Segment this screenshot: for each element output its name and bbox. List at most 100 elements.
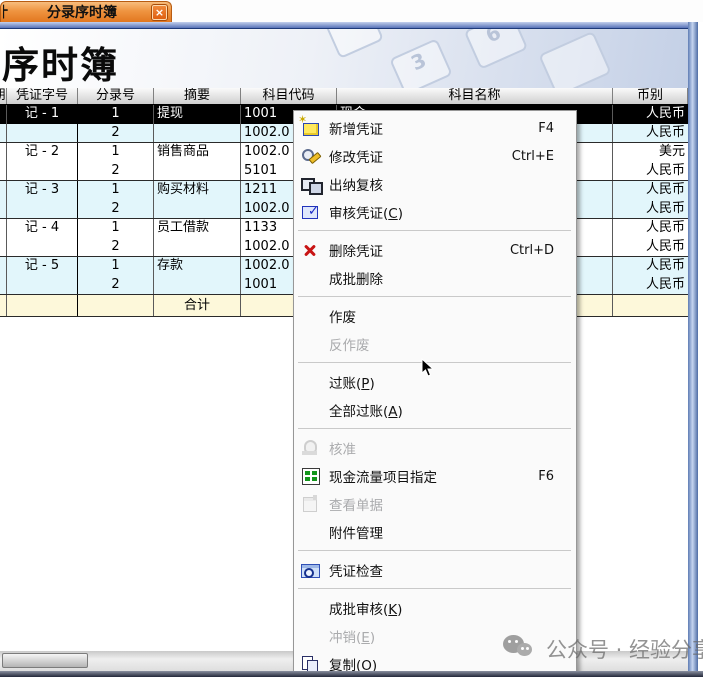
cell-summary <box>154 162 241 180</box>
menu-separator <box>294 424 576 434</box>
header-entry-no[interactable]: 分录号 <box>78 88 154 104</box>
cell-entry: 2 <box>78 238 154 256</box>
header-account-code[interactable]: 科目代码 <box>241 88 337 104</box>
edit-voucher-icon <box>300 147 320 165</box>
table-header-row: 期 凭证字号 分录号 摘要 科目代码 科目名称 币别 <box>0 88 688 105</box>
cell-summary: 存款 <box>154 257 241 276</box>
menu-item-view-document: 查看单据 <box>294 490 576 518</box>
cell-entry: 1 <box>78 181 154 200</box>
cell-entry: 2 <box>78 124 154 142</box>
menu-item-approve: 核准 <box>294 434 576 462</box>
cell-summary: 提现 <box>154 105 241 124</box>
title-band: 3 6 序时簿 <box>0 29 688 88</box>
calculator-art-key: 6 <box>464 29 529 70</box>
cell-voucher <box>7 200 78 218</box>
menu-separator <box>294 292 576 302</box>
cell-summary <box>154 276 241 294</box>
shortcut-label: F6 <box>538 469 554 484</box>
cell-currency: 人民币 <box>613 219 688 238</box>
menu-item-delete-voucher[interactable]: 删除凭证 Ctrl+D <box>294 236 576 264</box>
cell-voucher <box>7 276 78 294</box>
calculator-art-key <box>324 29 384 59</box>
cell-currency: 人民币 <box>613 124 688 142</box>
scrollbar-thumb[interactable] <box>2 653 88 668</box>
approve-stamp-icon <box>300 439 320 457</box>
cell-entry: 1 <box>78 143 154 162</box>
menu-item-edit-voucher[interactable]: 修改凭证 Ctrl+E <box>294 142 576 170</box>
calculator-art-key: 3 <box>389 38 453 88</box>
menu-item-attachment-management[interactable]: 附件管理 <box>294 518 576 546</box>
cell-voucher <box>7 238 78 256</box>
tab-clipped-text: 计 <box>3 2 12 22</box>
menu-item-approve-voucher[interactable]: 审核凭证(C) <box>294 198 576 226</box>
cell-voucher: 记 - 4 <box>7 219 78 238</box>
menu-item-unvoid: 反作废 <box>294 330 576 358</box>
cell-entry: 2 <box>78 200 154 218</box>
view-document-icon <box>300 495 320 513</box>
watermark-text: 公众号 · 经验分享一辉 <box>546 634 703 664</box>
menu-separator <box>294 546 576 556</box>
menu-separator <box>294 358 576 368</box>
cell-currency: 美元 <box>613 143 688 162</box>
menu-item-cash-flow-assign[interactable]: 现金流量项目指定 F6 <box>294 462 576 490</box>
cell-summary <box>154 238 241 256</box>
menu-item-cashier-review[interactable]: 出纳复核 <box>294 170 576 198</box>
header-voucher-no[interactable]: 凭证字号 <box>7 88 78 104</box>
cell-entry: 1 <box>78 105 154 124</box>
cell-voucher: 记 - 5 <box>7 257 78 276</box>
menu-separator <box>294 226 576 236</box>
cell-voucher: 记 - 1 <box>7 105 78 124</box>
menu-separator <box>294 584 576 594</box>
cell-voucher <box>7 124 78 142</box>
cell-voucher: 记 - 2 <box>7 143 78 162</box>
voucher-check-icon <box>300 561 320 579</box>
header-currency[interactable]: 币别 <box>613 88 688 104</box>
menu-item-void[interactable]: 作废 <box>294 302 576 330</box>
cell-summary <box>154 200 241 218</box>
header-account-name[interactable]: 科目名称 <box>337 88 613 104</box>
cell-currency: 人民币 <box>613 238 688 256</box>
tab-close-icon[interactable]: × <box>152 5 167 20</box>
cell-currency: 人民币 <box>613 162 688 180</box>
cell-entry: 2 <box>78 276 154 294</box>
cash-flow-icon <box>300 467 320 485</box>
cell-voucher <box>7 162 78 180</box>
approve-voucher-icon <box>300 203 320 221</box>
wechat-icon <box>503 635 539 663</box>
cell-currency: 人民币 <box>613 276 688 294</box>
cell-currency: 人民币 <box>613 200 688 218</box>
tab-bar: 计 分录序时簿 × <box>0 0 703 22</box>
context-menu: 新增凭证 F4 修改凭证 Ctrl+E 出纳复核 审核凭证(C) 删除凭证 Ct… <box>293 110 577 677</box>
menu-item-new-voucher[interactable]: 新增凭证 F4 <box>294 114 576 142</box>
watermark: 公众号 · 经验分享一辉 <box>503 634 703 664</box>
cell-summary <box>154 124 241 142</box>
calculator-art-key <box>538 31 612 88</box>
page-title: 序时簿 <box>2 35 119 88</box>
window-right-border <box>688 22 698 677</box>
delete-voucher-icon <box>300 241 320 259</box>
menu-item-batch-approve[interactable]: 成批审核(K) <box>294 594 576 622</box>
header-summary[interactable]: 摘要 <box>154 88 241 104</box>
tab-journal-book[interactable]: 计 分录序时簿 × <box>0 1 172 22</box>
menu-item-batch-delete[interactable]: 成批删除 <box>294 264 576 292</box>
menu-item-post[interactable]: 过账(P) <box>294 368 576 396</box>
cell-entry: 1 <box>78 257 154 276</box>
shortcut-label: Ctrl+D <box>510 243 554 258</box>
cell-currency: 人民币 <box>613 181 688 200</box>
app-window: 计 分录序时簿 × 3 6 序时簿 期 凭证字号 分录号 摘要 科目代码 科目名… <box>0 0 703 677</box>
new-voucher-icon <box>300 119 320 137</box>
shortcut-label: Ctrl+E <box>512 149 554 164</box>
cell-summary: 员工借款 <box>154 219 241 238</box>
total-label: 合计 <box>154 295 241 316</box>
cell-entry: 2 <box>78 162 154 180</box>
menu-item-post-all[interactable]: 全部过账(A) <box>294 396 576 424</box>
cashier-review-icon <box>300 175 320 193</box>
cell-summary: 销售商品 <box>154 143 241 162</box>
cell-summary: 购买材料 <box>154 181 241 200</box>
shortcut-label: F4 <box>538 121 554 136</box>
cell-voucher: 记 - 3 <box>7 181 78 200</box>
cell-entry: 1 <box>78 219 154 238</box>
tab-label: 分录序时簿 <box>12 2 152 22</box>
header-clipped-column: 期 <box>0 88 7 104</box>
menu-item-voucher-check[interactable]: 凭证检查 <box>294 556 576 584</box>
